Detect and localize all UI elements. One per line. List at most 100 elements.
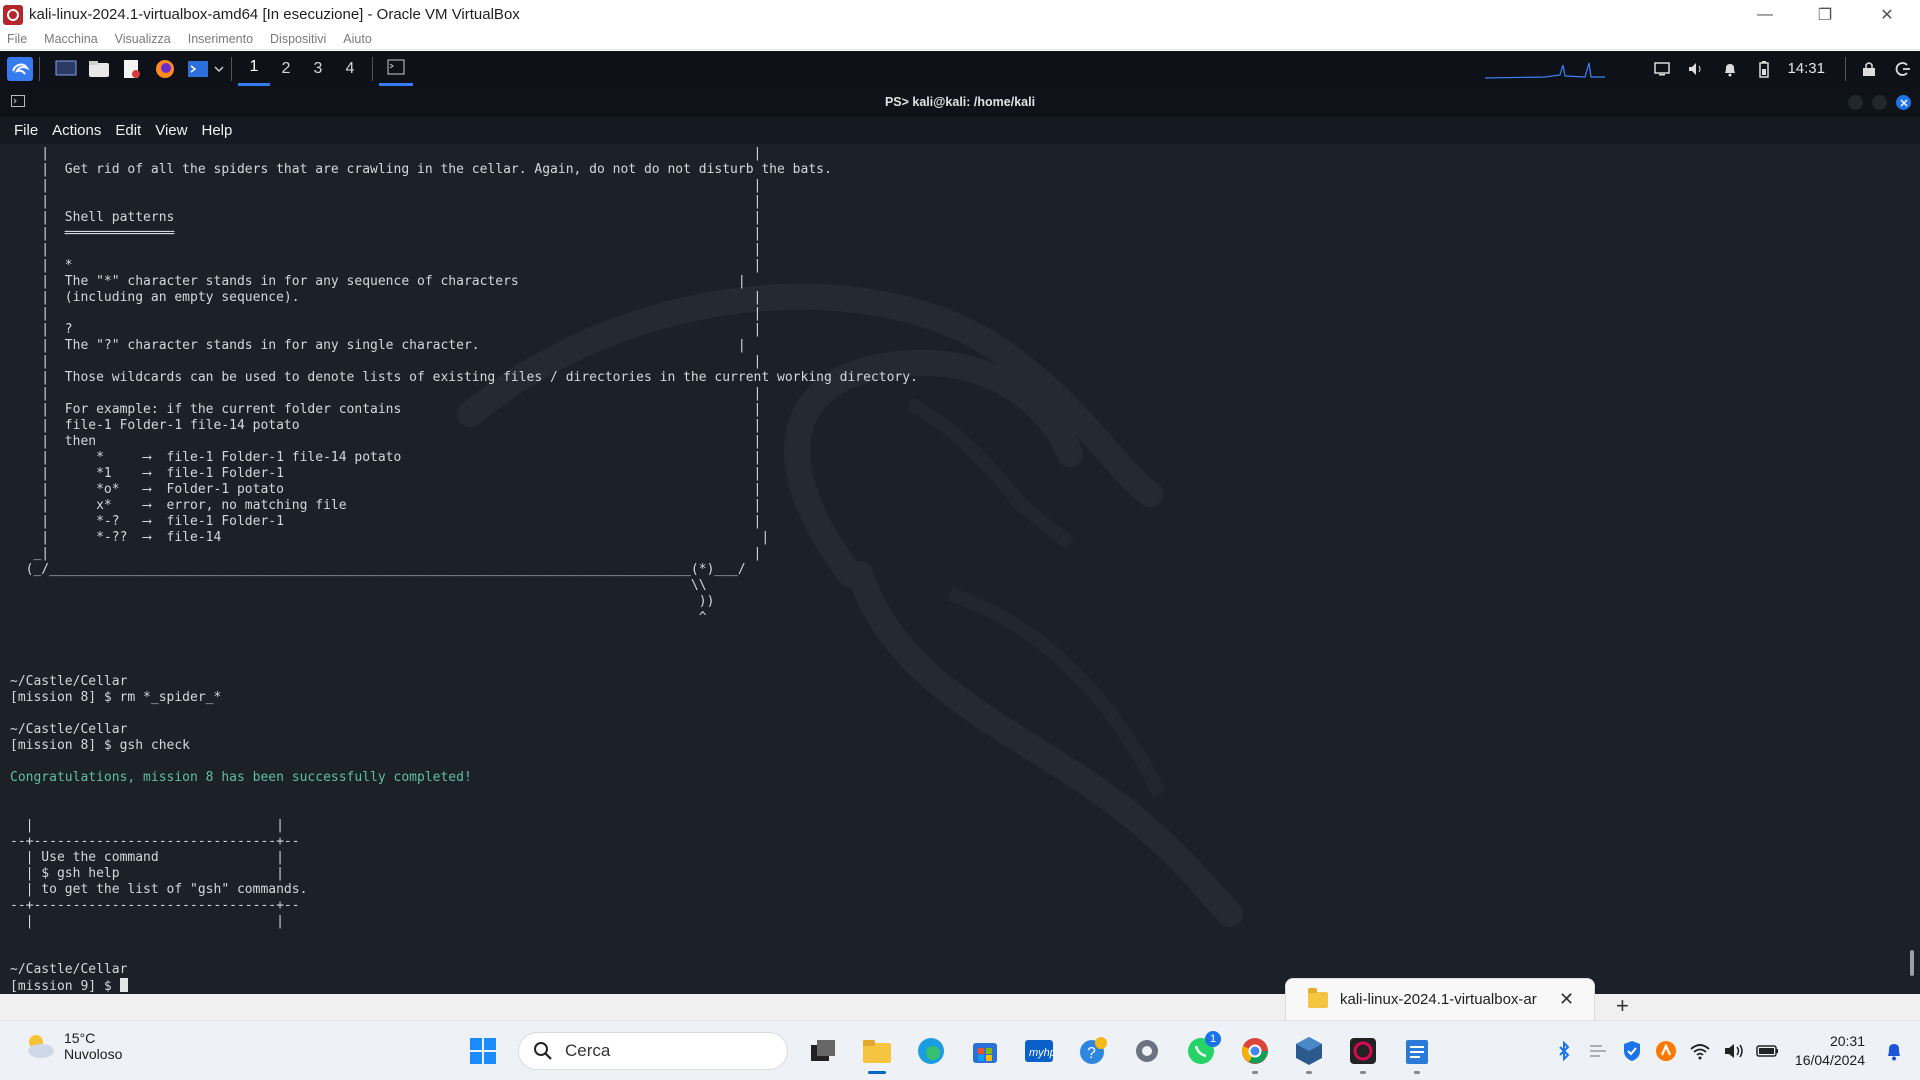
desktop-icon[interactable]	[53, 57, 79, 81]
avast-icon[interactable]	[1654, 1039, 1678, 1063]
guest-screen: 1 2 3 4 14:31 PS> kali@kali: /home/kali	[0, 51, 1920, 994]
edge-icon[interactable]	[909, 1029, 953, 1073]
battery-icon[interactable]	[1753, 58, 1775, 80]
vbox-menu-machine[interactable]: Macchina	[44, 32, 98, 46]
network-sharing-icon[interactable]	[1586, 1039, 1610, 1063]
vbox-menu-input[interactable]: Inserimento	[188, 32, 253, 46]
windows-start-icon[interactable]	[461, 1029, 505, 1073]
terminal-line: | file-1 Folder-1 file-14 potato |	[10, 418, 762, 433]
terminal-scrollbar[interactable]	[1910, 950, 1914, 976]
bluetooth-icon[interactable]	[1552, 1039, 1576, 1063]
terminal-output[interactable]: | | | Get rid of all the spiders that ar…	[0, 144, 1920, 994]
workspace-2[interactable]: 2	[270, 51, 302, 86]
chrome-icon[interactable]	[1233, 1029, 1277, 1074]
speaker-icon[interactable]	[1722, 1039, 1746, 1063]
terminal-line: | *1 ⟶ file-1 Folder-1 |	[10, 466, 762, 481]
terminal-menu-view[interactable]: View	[155, 122, 187, 139]
terminal-line: _| |	[10, 546, 762, 561]
wifi-icon[interactable]	[1688, 1039, 1712, 1063]
chevron-down-icon[interactable]	[213, 57, 225, 81]
taskbar-search[interactable]: Cerca	[518, 1032, 788, 1070]
explorer-new-tab-button[interactable]: +	[1616, 993, 1629, 1019]
window-title: kali-linux-2024.1-virtualbox-amd64 [In e…	[29, 6, 520, 23]
terminal-menubar: File Actions Edit View Help	[0, 117, 1920, 144]
firefox-icon[interactable]	[152, 57, 178, 81]
weather-description: Nuvoloso	[64, 1046, 123, 1062]
explorer-tab[interactable]: kali-linux-2024.1-virtualbox-ar ✕	[1285, 978, 1595, 1020]
terminal-line: | *-? ⟶ file-1 Folder-1 |	[10, 514, 762, 529]
kali-menu-icon[interactable]	[7, 56, 33, 81]
explorer-icon[interactable]	[855, 1029, 899, 1074]
debian-icon[interactable]	[1341, 1029, 1385, 1074]
search-icon	[534, 1042, 552, 1060]
weather-cloud-icon	[22, 1032, 56, 1060]
terminal-menu-edit[interactable]: Edit	[115, 122, 141, 139]
taskbar-clock[interactable]: 20:31 16/04/2024	[1795, 1032, 1865, 1070]
display-icon[interactable]	[1651, 58, 1673, 80]
terminal-menu-help[interactable]: Help	[201, 122, 232, 139]
vbox-menu-file[interactable]: File	[7, 32, 27, 46]
terminal-line: --+-------------------------------+--	[10, 898, 300, 913]
terminal-line: | Get rid of all the spiders that are cr…	[10, 162, 832, 177]
workspace-1[interactable]: 1	[238, 51, 270, 86]
bell-icon[interactable]	[1719, 58, 1741, 80]
help-icon[interactable]: ?	[1071, 1029, 1115, 1073]
store-icon[interactable]	[963, 1029, 1007, 1073]
explorer-tab-close-button[interactable]: ✕	[1559, 989, 1574, 1010]
logout-icon[interactable]	[1892, 58, 1914, 80]
terminal-line: | |	[10, 306, 762, 321]
volume-icon[interactable]	[1685, 58, 1707, 80]
file-manager-icon[interactable]	[86, 57, 112, 81]
notifications-icon[interactable]	[1882, 1039, 1906, 1063]
settings-icon[interactable]	[1125, 1029, 1169, 1073]
terminal-menu-file[interactable]: File	[14, 122, 38, 139]
task-view-icon[interactable]	[801, 1029, 845, 1073]
security-icon[interactable]	[1620, 1039, 1644, 1063]
minimize-button[interactable]: —	[1735, 0, 1795, 29]
terminal-line: ~/Castle/Cellar	[10, 674, 128, 689]
lock-icon[interactable]	[1858, 58, 1880, 80]
svg-text:?: ?	[1087, 1045, 1096, 1062]
whatsapp-icon[interactable]: 1	[1179, 1029, 1223, 1073]
vbox-menu-devices[interactable]: Dispositivi	[270, 32, 326, 46]
terminal-line: | |	[10, 354, 762, 369]
restore-button[interactable]: ❐	[1795, 0, 1855, 29]
text-editor-icon[interactable]	[119, 57, 145, 81]
terminal-line: | * |	[10, 258, 762, 273]
terminal-line: | x* ⟶ error, no matching file |	[10, 498, 762, 513]
terminal-line: | The "?" character stands in for any si…	[10, 338, 746, 353]
terminal-line: | |	[10, 194, 762, 209]
terminal-line: | For example: if the current folder con…	[10, 402, 762, 417]
weather-widget[interactable]: 15°C Nuvoloso	[22, 1030, 122, 1062]
virtualbox-icon[interactable]	[1287, 1029, 1331, 1074]
terminal-line: ))	[10, 594, 715, 609]
terminal-minimize-button[interactable]	[1848, 95, 1863, 110]
terminal-menu-actions[interactable]: Actions	[52, 122, 101, 139]
terminal-line: (_/_____________________________________…	[10, 562, 746, 577]
workspace-4[interactable]: 4	[334, 51, 366, 86]
panel-clock[interactable]: 14:31	[1787, 60, 1825, 77]
battery-icon[interactable]	[1756, 1039, 1780, 1063]
vbox-menu-help[interactable]: Aiuto	[343, 32, 372, 46]
close-window-button[interactable]: ✕	[1857, 0, 1917, 29]
vbox-menu-view[interactable]: Visualizza	[115, 32, 171, 46]
terminal-maximize-button[interactable]	[1872, 95, 1887, 110]
virtualbox-app-icon	[3, 4, 23, 25]
svg-text:myhp: myhp	[1029, 1047, 1054, 1059]
terminal-line: | The "*" character stands in for any se…	[10, 274, 746, 289]
terminal-line: [mission 8] $ rm *_spider_*	[10, 690, 222, 705]
myhp-icon[interactable]: myhp	[1017, 1029, 1061, 1073]
workspace-3[interactable]: 3	[302, 51, 334, 86]
notepad-icon[interactable]	[1395, 1029, 1439, 1074]
terminal-line: | to get the list of "gsh" commands.	[10, 882, 308, 897]
terminal-close-button[interactable]	[1896, 95, 1911, 110]
weather-temperature: 15°C	[64, 1030, 96, 1046]
terminal-line: --+-------------------------------+--	[10, 834, 300, 849]
window-icon[interactable]	[379, 51, 413, 86]
terminal-icon[interactable]	[185, 57, 211, 81]
